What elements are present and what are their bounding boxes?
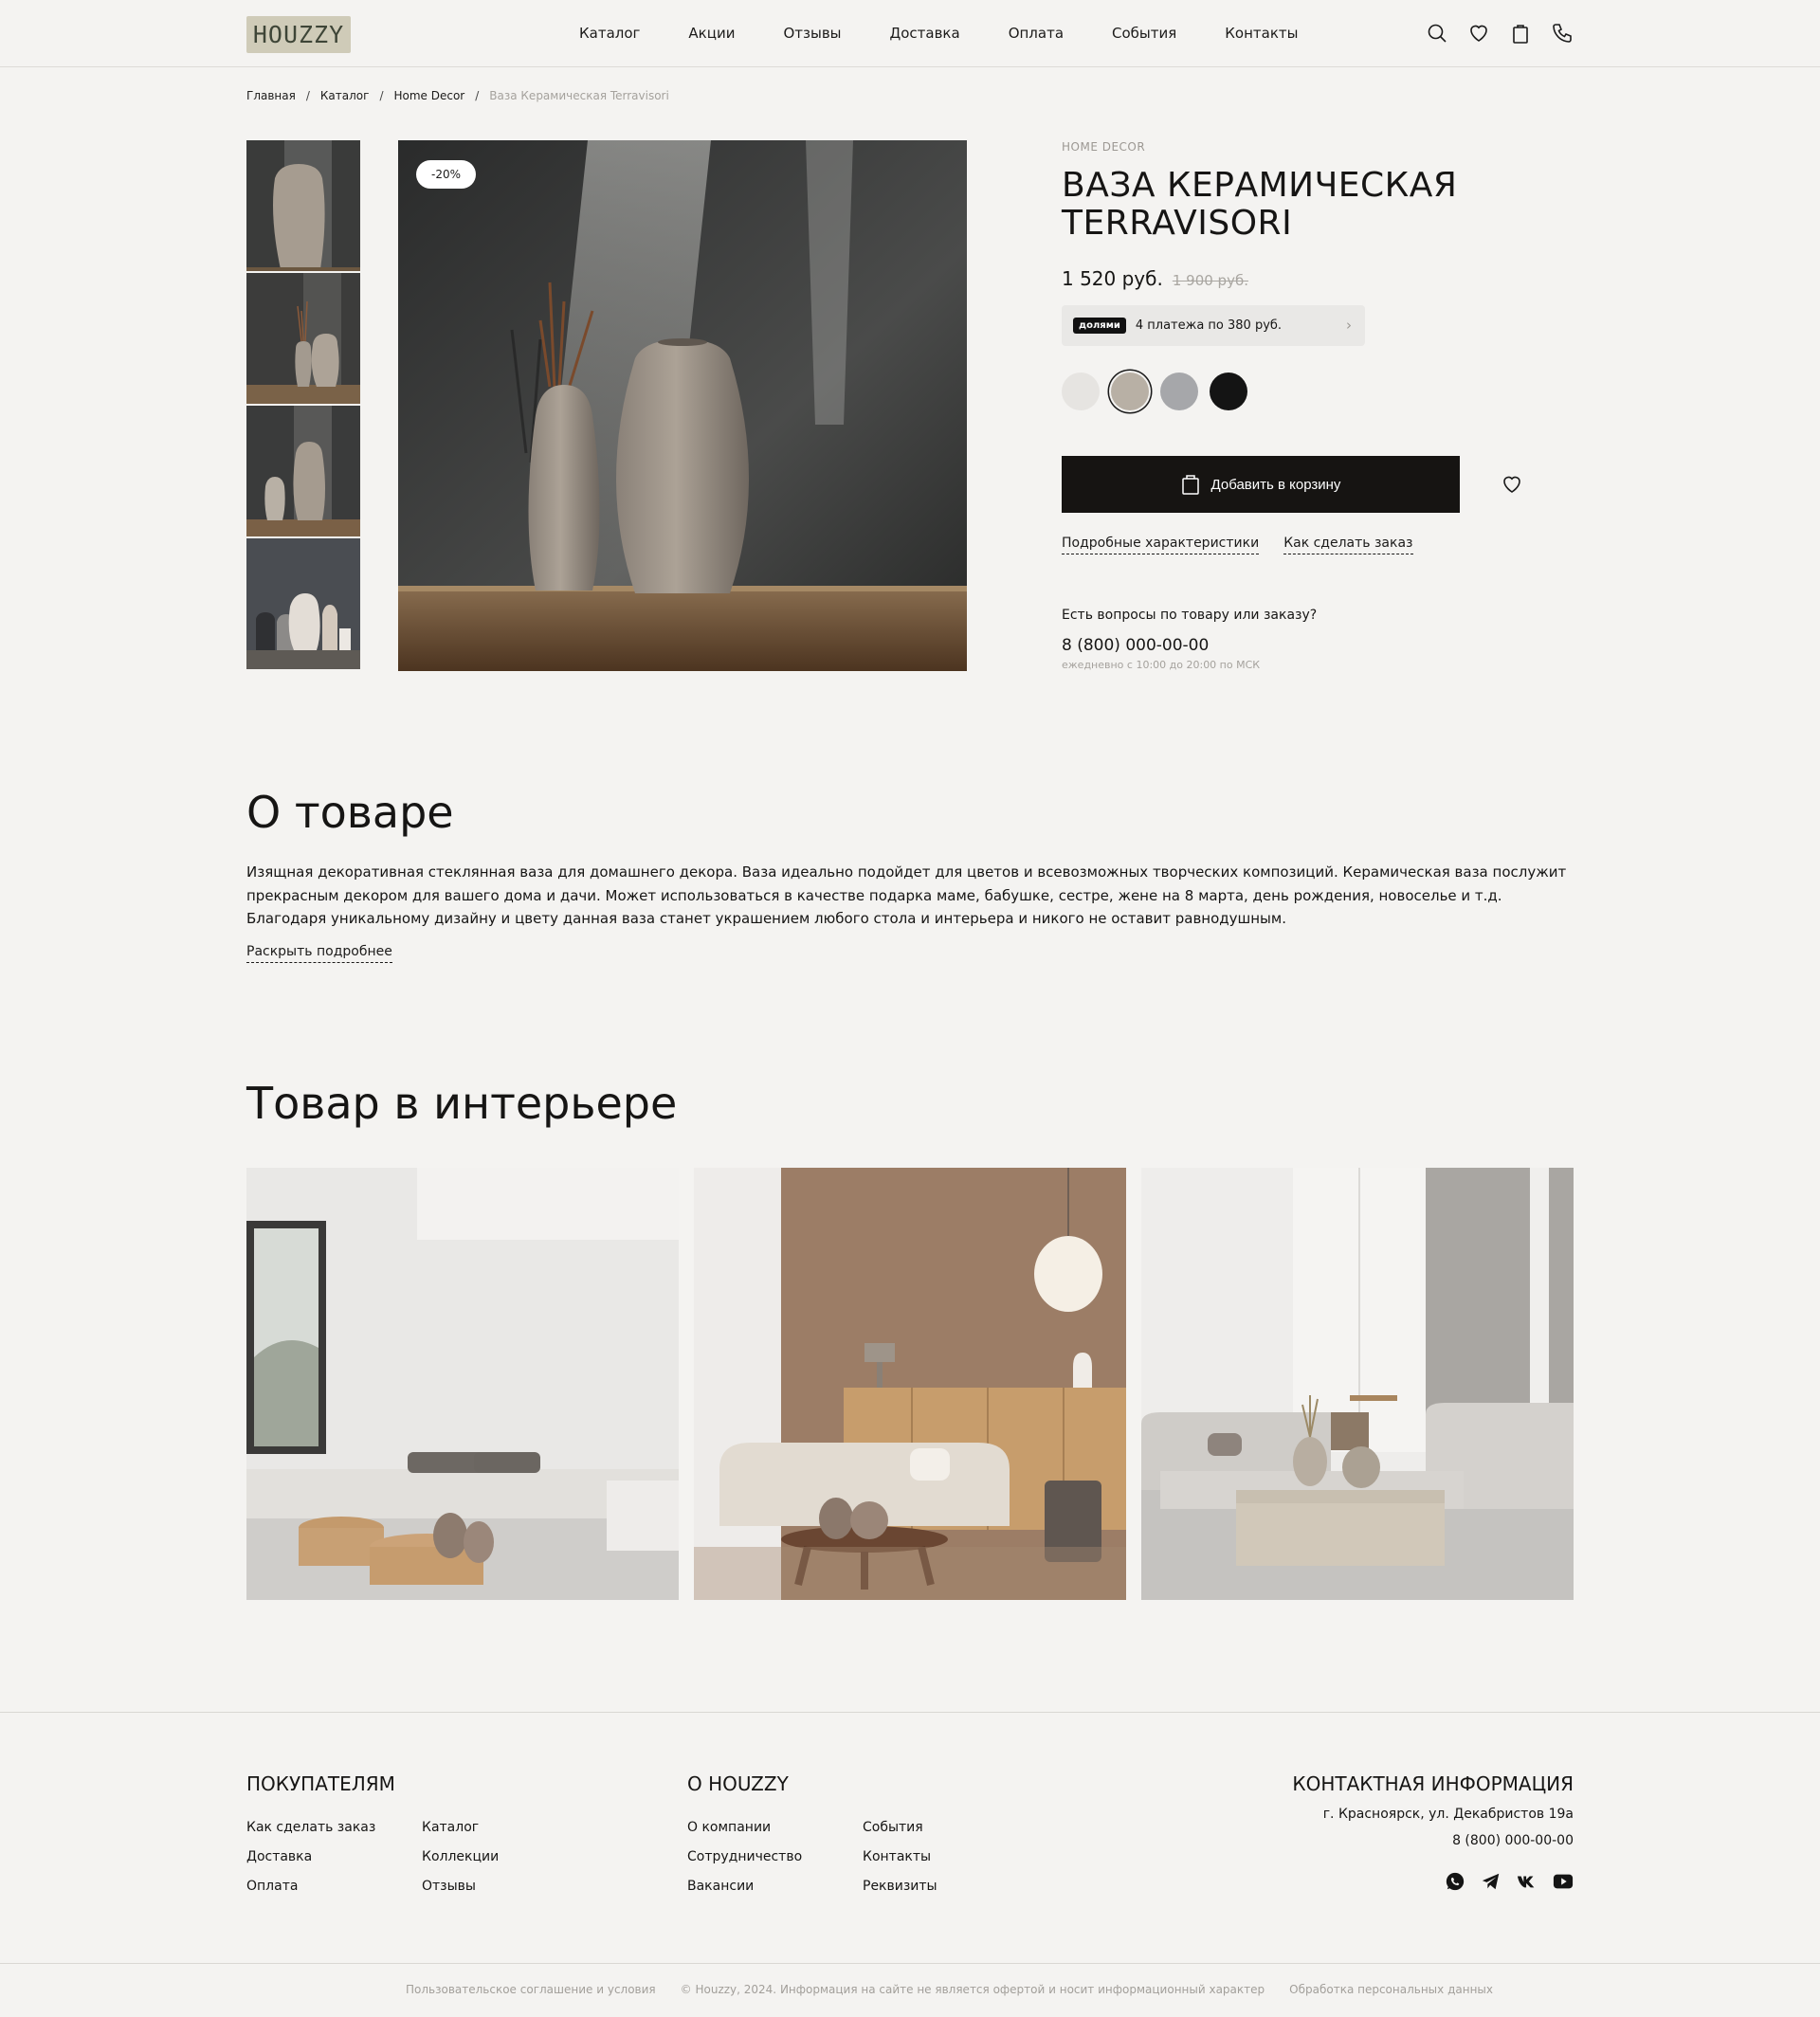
logo[interactable]: HOUZZY (246, 16, 351, 53)
about-heading: О товаре (246, 787, 454, 838)
specs-link[interactable]: Подробные характеристики (1062, 536, 1260, 554)
footer-contacts-heading: КОНТАКТНАЯ ИНФОРМАЦИЯ (1292, 1772, 1574, 1795)
how-to-order-link[interactable]: Как сделать заказ (1283, 536, 1413, 554)
breadcrumb-separator: / (305, 89, 310, 102)
search-icon[interactable] (1426, 21, 1448, 45)
thumbnail-3[interactable] (246, 406, 360, 536)
interior-gallery (246, 1168, 1574, 1600)
thumbnail-4[interactable] (246, 538, 360, 669)
nav-reviews[interactable]: Отзывы (783, 25, 841, 42)
footer-bottom: Пользовательское соглашение и условия © … (0, 1963, 1820, 2017)
footer-buyers-heading: ПОКУПАТЕЛЯМ (246, 1772, 395, 1795)
terms-link[interactable]: Пользовательское соглашение и условия (406, 1983, 656, 1996)
breadcrumb-home[interactable]: Главная (246, 89, 296, 102)
footer-about: О HOUZZY О компании События Сотрудничест… (687, 1772, 1038, 1894)
nav-catalog[interactable]: Каталог (579, 25, 640, 42)
favorite-button[interactable] (1498, 470, 1526, 499)
heart-icon[interactable] (1467, 21, 1490, 45)
nav-payment[interactable]: Оплата (1009, 25, 1064, 42)
installment-widget[interactable]: долями 4 платежа по 380 руб. › (1062, 305, 1365, 346)
interior-image-2[interactable] (694, 1168, 1126, 1600)
breadcrumb-separator: / (379, 89, 384, 102)
support-hours: ежедневно с 10:00 до 20:00 по МСК (1062, 659, 1261, 671)
add-to-cart-label: Добавить в корзину (1210, 476, 1341, 493)
social-links (1292, 1871, 1574, 1892)
current-price: 1 520 руб. (1062, 267, 1163, 290)
privacy-link[interactable]: Обработка персональных данных (1289, 1983, 1493, 1996)
product-main-image[interactable]: -20% (398, 140, 967, 671)
color-swatch-black[interactable] (1210, 373, 1247, 410)
thumbnail-list (246, 140, 360, 671)
footer-phone[interactable]: 8 (800) 000-00-00 (1292, 1833, 1574, 1848)
nav-events[interactable]: События (1112, 25, 1176, 42)
breadcrumb: Главная / Каталог / Home Decor / Ваза Ке… (246, 89, 680, 102)
footer-link-contacts[interactable]: Контакты (863, 1849, 1038, 1864)
product-title: ВАЗА КЕРАМИЧЕСКАЯ TERRAVISORI (1062, 166, 1458, 243)
site-footer: ПОКУПАТЕЛЯМ Как сделать заказ Каталог До… (0, 1712, 1820, 2017)
whatsapp-icon[interactable] (1445, 1871, 1465, 1892)
product-info: HOME DECOR ВАЗА КЕРАМИЧЕСКАЯ TERRAVISORI… (1062, 140, 1574, 671)
breadcrumb-category[interactable]: Home Decor (393, 89, 464, 102)
installment-text: 4 платежа по 380 руб. (1135, 318, 1283, 333)
interior-image-1[interactable] (246, 1168, 679, 1600)
footer-link-how-to-order[interactable]: Как сделать заказ (246, 1820, 422, 1835)
support-phone[interactable]: 8 (800) 000-00-00 (1062, 636, 1574, 655)
color-swatch-beige[interactable] (1111, 373, 1149, 410)
nav-promotions[interactable]: Акции (688, 25, 735, 42)
expand-description-link[interactable]: Раскрыть подробнее (246, 944, 392, 963)
phone-icon[interactable] (1551, 21, 1574, 45)
footer-legal: Пользовательское соглашение и условия © … (406, 1983, 1493, 1996)
footer-link-collections[interactable]: Коллекции (422, 1849, 597, 1864)
footer-link-payment[interactable]: Оплата (246, 1879, 422, 1894)
breadcrumb-current: Ваза Керамическая Terravisori (489, 89, 669, 102)
footer-buyers: ПОКУПАТЕЛЯМ Как сделать заказ Каталог До… (246, 1772, 597, 1894)
bag-icon[interactable] (1509, 21, 1532, 45)
breadcrumb-catalog[interactable]: Каталог (320, 89, 370, 102)
thumbnail-1[interactable] (246, 140, 360, 271)
footer-link-reviews[interactable]: Отзывы (422, 1879, 597, 1894)
youtube-icon[interactable] (1553, 1871, 1574, 1892)
footer-link-catalog[interactable]: Каталог (422, 1820, 597, 1835)
nav-delivery[interactable]: Доставка (890, 25, 960, 42)
footer-link-delivery[interactable]: Доставка (246, 1849, 422, 1864)
old-price: 1 900 руб. (1172, 272, 1248, 289)
telegram-icon[interactable] (1481, 1871, 1502, 1892)
chevron-right-icon: › (1346, 317, 1352, 334)
footer-about-heading: О HOUZZY (687, 1772, 789, 1795)
discount-badge: -20% (416, 160, 477, 189)
footer-contacts: КОНТАКТНАЯ ИНФОРМАЦИЯ г. Красноярск, ул.… (1292, 1772, 1574, 1892)
add-to-cart-button[interactable]: Добавить в корзину (1062, 456, 1460, 513)
footer-link-company[interactable]: О компании (687, 1820, 863, 1835)
main-nav: Каталог Акции Отзывы Доставка Оплата Соб… (579, 25, 1347, 42)
color-swatches (1062, 373, 1574, 410)
about-text: Изящная декоративная стеклянная ваза для… (246, 863, 1567, 927)
color-swatch-light[interactable] (1062, 373, 1100, 410)
footer-link-requisites[interactable]: Реквизиты (863, 1879, 1038, 1894)
product-category[interactable]: HOME DECOR (1062, 140, 1574, 154)
thumbnail-2[interactable] (246, 273, 360, 404)
copyright: © Houzzy, 2024. Информация на сайте не я… (680, 1983, 1265, 1996)
footer-buyers-links: Как сделать заказ Каталог Доставка Колле… (246, 1820, 597, 1894)
dolyami-logo: долями (1073, 318, 1126, 334)
heart-icon (1503, 476, 1520, 493)
header-actions (1426, 21, 1574, 45)
breadcrumb-separator: / (475, 89, 480, 102)
interior-image-3[interactable] (1141, 1168, 1574, 1600)
questions-block: Есть вопросы по товару или заказу? 8 (80… (1062, 608, 1574, 671)
site-header: HOUZZY Каталог Акции Отзывы Доставка Опл… (0, 0, 1820, 67)
price-row: 1 520 руб. 1 900 руб. (1062, 267, 1574, 290)
nav-contacts[interactable]: Контакты (1225, 25, 1298, 42)
footer-address: г. Красноярск, ул. Декабристов 19а (1322, 1807, 1574, 1822)
product-links: Подробные характеристики Как сделать зак… (1062, 536, 1574, 554)
cart-row: Добавить в корзину (1062, 456, 1574, 513)
bag-icon (1181, 475, 1199, 495)
footer-link-vacancies[interactable]: Вакансии (687, 1879, 863, 1894)
interior-heading: Товар в интерьере (246, 1078, 678, 1129)
footer-link-partnership[interactable]: Сотрудничество (687, 1849, 863, 1864)
questions-title: Есть вопросы по товару или заказу? (1062, 608, 1318, 623)
color-swatch-grey[interactable] (1160, 373, 1198, 410)
footer-about-links: О компании События Сотрудничество Контак… (687, 1820, 1038, 1894)
vk-icon[interactable] (1517, 1871, 1538, 1892)
footer-link-events[interactable]: События (863, 1820, 1038, 1835)
